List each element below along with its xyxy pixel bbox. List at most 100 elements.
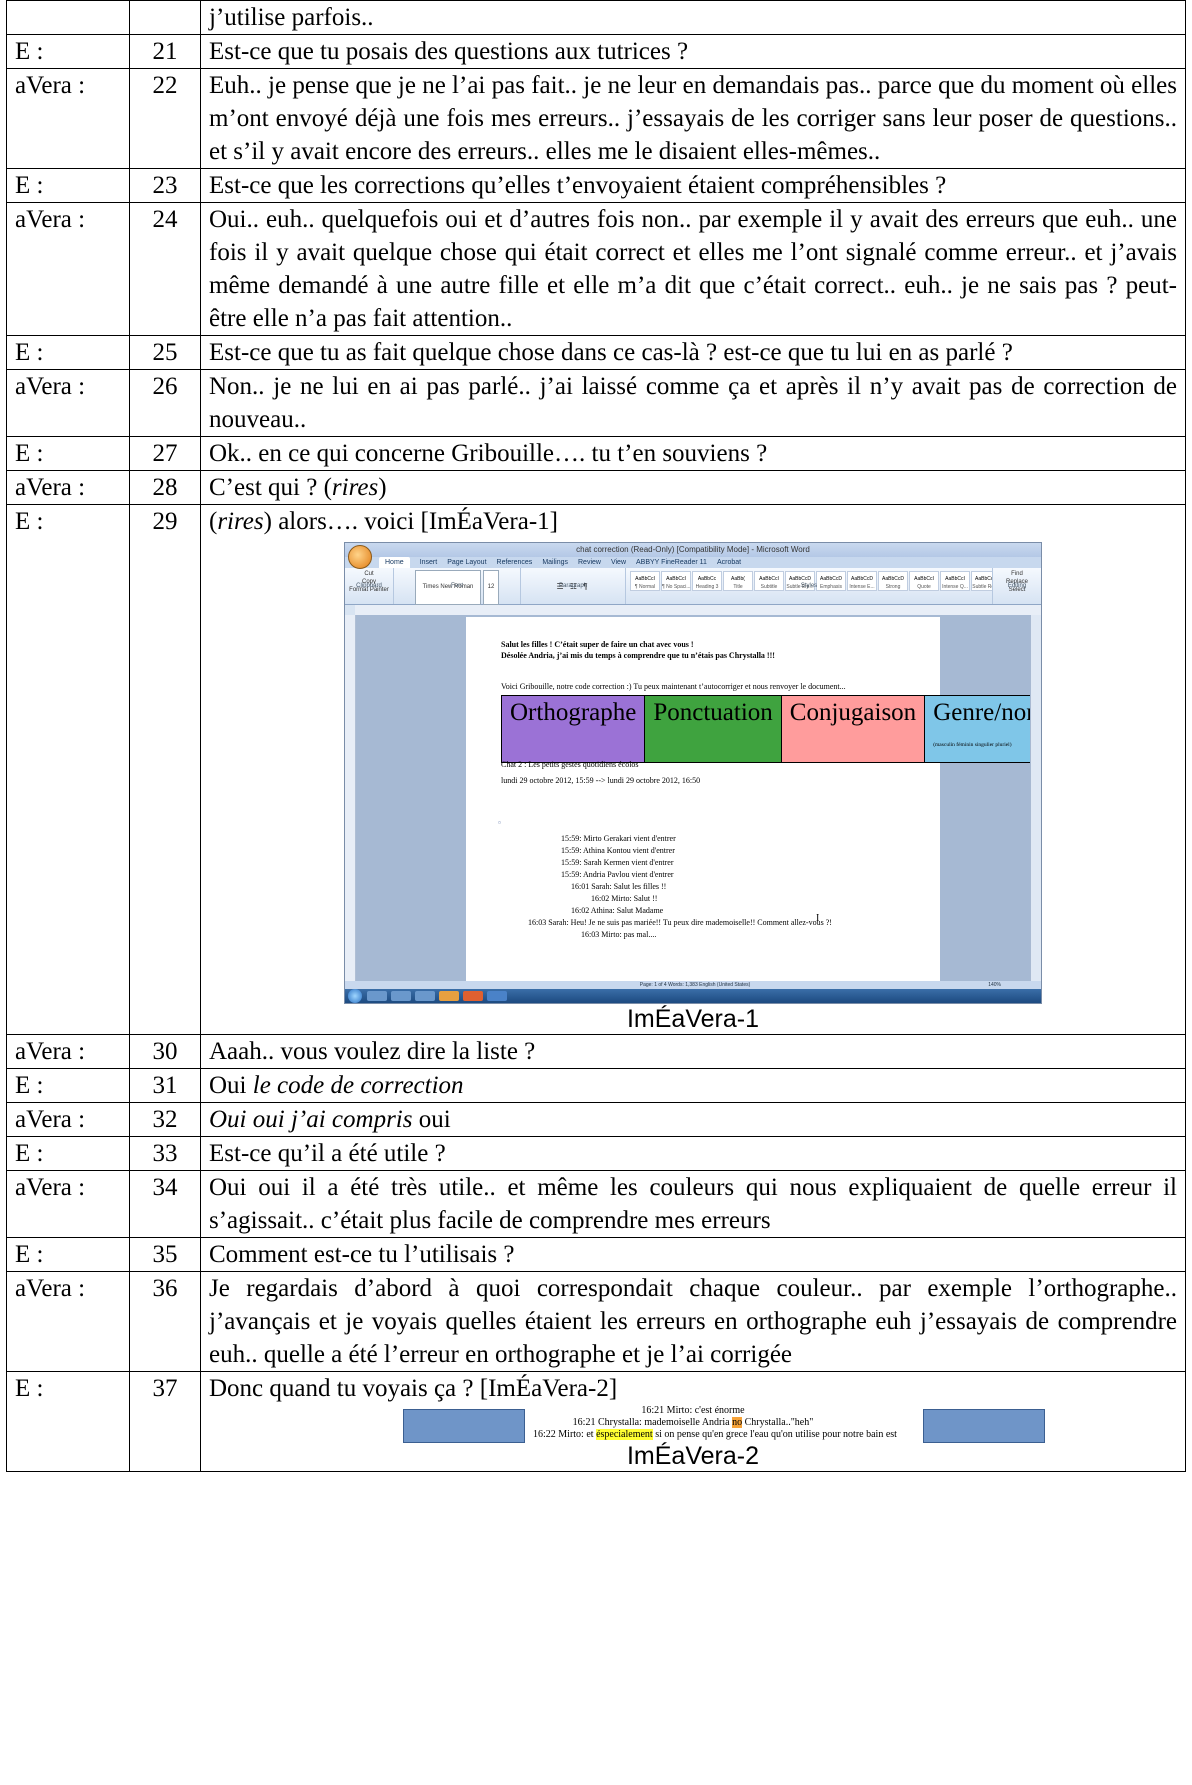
- speaker-cell: [6, 0, 130, 35]
- utterance-cell: Comment est-ce tu l’utilisais ?: [200, 1237, 1186, 1272]
- firefox-icon[interactable]: [463, 991, 483, 1001]
- taskbar: EN 4:55 pm: [345, 989, 1041, 1003]
- chat-line: 16:02 Mirto: Salut !!: [591, 894, 658, 903]
- ribbon-tab[interactable]: References: [497, 557, 533, 568]
- folder-icon[interactable]: [439, 991, 459, 1001]
- language-indicator[interactable]: EN: [865, 991, 873, 1003]
- highlight-orthographe: no: [732, 1417, 743, 1428]
- chat-line: 16:03 Mirto: pas mal....: [581, 930, 657, 939]
- chat-date: lundi 29 octobre 2012, 15:59 --> lundi 2…: [501, 776, 701, 785]
- utterance-cell: Je regardais d’abord à quoi correspondai…: [200, 1271, 1186, 1372]
- text-segment: Oui oui il a été très utile.. et même le…: [209, 1174, 1177, 1234]
- text-segment: Oui: [209, 1072, 253, 1099]
- ribbon-tab[interactable]: Acrobat: [717, 557, 741, 568]
- speaker-cell: aVera :: [6, 202, 130, 336]
- text-segment: Ok.. en ce qui concerne Gribouille…. tu …: [209, 440, 768, 467]
- text-segment: C’est qui ? (: [209, 474, 332, 501]
- doc-line: Voici Gribouille, notre code correction …: [501, 682, 846, 691]
- transcript-row: j’utilise parfois..: [6, 0, 1186, 35]
- turn-number-cell: 28: [129, 470, 201, 505]
- taskbar-app-icon[interactable]: [367, 991, 387, 1001]
- italic-segment: Oui oui j’ai compris: [209, 1106, 413, 1133]
- start-button-icon[interactable]: [348, 989, 362, 1003]
- speaker-cell: aVera :: [6, 68, 130, 169]
- text-segment: Est-ce que tu posais des questions aux t…: [209, 38, 689, 65]
- text-segment: Je regardais d’abord à quoi correspondai…: [209, 1275, 1177, 1368]
- vertical-scrollbar[interactable]: [1030, 615, 1041, 983]
- zoom-level[interactable]: 140%: [988, 981, 1001, 989]
- utterance-cell: Oui le code de correction: [200, 1068, 1186, 1103]
- chat-line: 16:03 Sarah: Heu! Je ne suis pas mariée!…: [528, 918, 832, 927]
- chat-screenshot: 16:21 Mirto: c'est énorme 16:21 Chrystal…: [333, 1405, 1053, 1445]
- taskbar-app-icon[interactable]: [391, 991, 411, 1001]
- speaker-cell: E :: [6, 335, 130, 370]
- transcript-row: aVera :28 C’est qui ? (rires): [6, 470, 1186, 505]
- office-button[interactable]: [348, 545, 372, 569]
- transcript-row: E :25 Est-ce que tu as fait quelque chose…: [6, 335, 1186, 370]
- turn-number-cell: 33: [129, 1136, 201, 1171]
- font-group: Times New Roman 12 BIU Font: [394, 568, 521, 628]
- ribbon-tab[interactable]: Home: [379, 557, 410, 568]
- ribbon-tab[interactable]: Page Layout: [447, 557, 486, 568]
- document-page[interactable]: Salut les filles ! C’était super de fair…: [466, 617, 1041, 983]
- text-segment: ) alors…. voici [ImÉaVera-1]: [263, 508, 558, 535]
- turn-number-cell: 27: [129, 436, 201, 471]
- utterance-cell: Oui oui j’ai compris oui: [200, 1102, 1186, 1137]
- text-segment: Non.. je ne lui en ai pas parlé.. j’ai l…: [209, 373, 1177, 433]
- taskbar-app-icon[interactable]: [415, 991, 435, 1001]
- text-segment: Est-ce que les corrections qu’elles t’en…: [209, 172, 947, 199]
- chat-line: 16:01 Sarah: Salut les filles !!: [571, 882, 667, 891]
- transcript-row: aVera :22 Euh.. je pense que je ne l’ai p…: [6, 68, 1186, 169]
- speaker-cell: E :: [6, 1068, 130, 1103]
- text-segment: Donc quand tu voyais ça ? [ImÉaVera-2]: [209, 1375, 618, 1402]
- correction-code-cell: Genre/nombre (masculin féminin singulier …: [924, 695, 1042, 763]
- ribbon-tab[interactable]: Insert: [420, 557, 438, 568]
- turn-number-cell: 29: [129, 504, 201, 1035]
- transcript-row: aVera :30 Aaah.. vous voulez dire la list…: [6, 1034, 1186, 1069]
- ribbon: Cut Copy Format Painter Clipboard Times …: [345, 568, 1041, 628]
- chat-line: 16:21 Mirto: c'est énorme: [641, 1405, 745, 1416]
- text-segment: si on pense qu'en grece l'eau qu'on util…: [652, 1429, 897, 1440]
- utterance-cell: Oui.. euh.. quelquefois oui et d’autres …: [200, 202, 1186, 336]
- paragraph-marker-icon: ▫: [498, 818, 501, 827]
- code-label: Ponctuation: [653, 699, 773, 726]
- text-segment: j’utilise parfois..: [209, 4, 374, 31]
- figure-caption: ImÉaVera-2: [626, 1442, 759, 1470]
- speaker-cell: aVera :: [6, 1170, 130, 1238]
- group-label: Clipboard: [356, 583, 382, 589]
- transcript-row: E : 37 Donc quand tu voyais ça ? [ImÉaVe…: [6, 1371, 1186, 1472]
- utterance-cell: Euh.. je pense que je ne l’ai pas fait..…: [200, 68, 1186, 169]
- chat-line: 16:02 Athina: Salut Madame: [571, 906, 664, 915]
- italic-segment: rires: [331, 474, 379, 501]
- correction-code-cell: Conjugaison: [780, 695, 926, 763]
- utterance-cell: Est-ce que les corrections qu’elles t’en…: [200, 168, 1186, 203]
- ribbon-tab[interactable]: ABBYY FineReader 11: [636, 557, 707, 568]
- figure-1: chat correction (Read-Only) [Compatibili…: [209, 538, 1177, 1034]
- text-segment: Euh.. je pense que je ne l’ai pas fait..…: [209, 72, 1177, 165]
- transcript-row: E : 29 (rires) alors…. voici [ImÉaVera-1…: [6, 504, 1186, 1035]
- text-segment: Est-ce que tu as fait quelque chose dans…: [209, 339, 1013, 366]
- ribbon-tabs: Home Insert Page Layout References Mailings R…: [345, 557, 1041, 568]
- speaker-cell: aVera :: [6, 1034, 130, 1069]
- speaker-cell: E :: [6, 1237, 130, 1272]
- text-segment: 16:22 Mirto: et: [533, 1429, 597, 1440]
- turn-number-cell: 35: [129, 1237, 201, 1272]
- transcript-row: aVera :26 Non.. je ne lui en ai pas parlé…: [6, 369, 1186, 437]
- turn-number-cell: 21: [129, 34, 201, 69]
- word-icon[interactable]: [487, 991, 507, 1001]
- code-label: Orthographe: [510, 699, 637, 726]
- ribbon-tab[interactable]: View: [611, 557, 626, 568]
- turn-number-cell: 37: [129, 1371, 201, 1472]
- document-area: Salut les filles ! C’était super de fair…: [356, 615, 1041, 983]
- transcript-row: E :31 Oui le code de correction: [6, 1068, 1186, 1103]
- correction-code-table: Orthographe Ponctuation Conjugaison Genre/n…: [500, 695, 1042, 763]
- speaker-cell: E :: [6, 436, 130, 471]
- correction-code-cell: Orthographe: [500, 695, 646, 763]
- transcript-row: E :33 Est-ce qu’il a été utile ?: [6, 1136, 1186, 1171]
- vertical-ruler[interactable]: [345, 615, 356, 983]
- ribbon-tab[interactable]: Mailings: [542, 557, 568, 568]
- code-label: Genre/nombre: [933, 699, 1042, 726]
- clipboard-group: Cut Copy Format Painter Clipboard: [345, 568, 394, 604]
- italic-segment: rires: [217, 508, 264, 535]
- ribbon-tab[interactable]: Review: [578, 557, 601, 568]
